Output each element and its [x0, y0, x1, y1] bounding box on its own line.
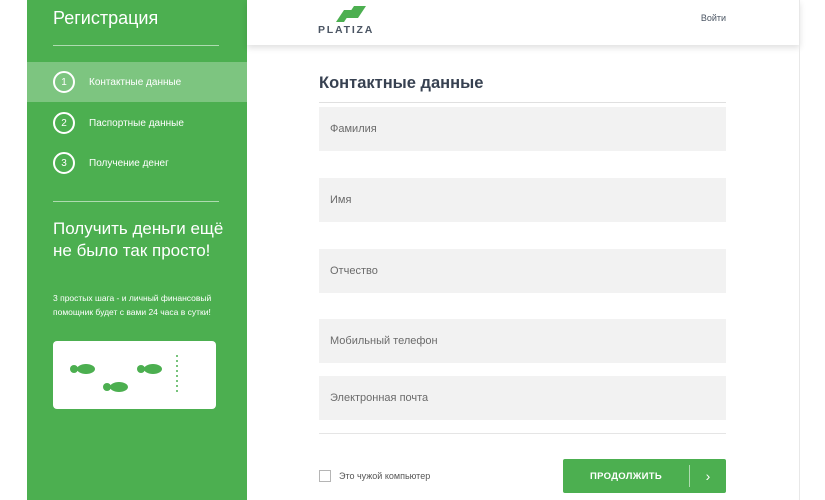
- logo-leaf-icon: [336, 6, 366, 22]
- step-number-3: 3: [53, 152, 75, 174]
- step-label: Получение денег: [89, 157, 169, 169]
- email-input[interactable]: [319, 376, 726, 420]
- promo-text: 3 простых шага - и личный финансовый пом…: [53, 293, 212, 317]
- step-receive-money[interactable]: 3 Получение денег: [27, 143, 247, 183]
- foreign-computer-label[interactable]: Это чужой компьютер: [339, 471, 430, 481]
- continue-button-label: ПРОДОЛЖИТЬ: [590, 470, 662, 482]
- promo-card: [53, 341, 216, 409]
- sidebar-divider: [53, 45, 219, 46]
- sidebar-title: Регистрация: [53, 8, 159, 28]
- foreign-computer-option: Это чужой компьютер: [319, 469, 430, 482]
- last-name-input[interactable]: [319, 107, 726, 151]
- login-link[interactable]: Войти: [701, 13, 726, 23]
- sidebar: Регистрация 1 Контактные данные 2 Паспор…: [27, 0, 247, 500]
- step-label: Контактные данные: [89, 76, 182, 88]
- footsteps-icon: [70, 355, 178, 395]
- promo-title: Получить деньги ещё не было так просто!: [53, 219, 224, 260]
- step-number-1: 1: [53, 71, 75, 93]
- sidebar-divider: [53, 201, 219, 202]
- form-title-divider: [319, 102, 726, 103]
- continue-button[interactable]: ПРОДОЛЖИТЬ ›: [563, 459, 726, 493]
- content-right-border: [799, 0, 800, 500]
- form-title: Контактные данные: [319, 74, 484, 92]
- step-passport-details[interactable]: 2 Паспортные данные: [27, 103, 247, 143]
- registration-page: Регистрация 1 Контактные данные 2 Паспор…: [0, 0, 825, 500]
- form-bottom-divider: [319, 433, 726, 434]
- patronymic-input[interactable]: [319, 249, 726, 293]
- platiza-logo[interactable]: PLATIZA: [318, 4, 388, 36]
- step-label: Паспортные данные: [89, 117, 184, 129]
- mobile-phone-input[interactable]: [319, 319, 726, 363]
- first-name-input[interactable]: [319, 178, 726, 222]
- step-contact-details[interactable]: 1 Контактные данные: [27, 62, 247, 102]
- foreign-computer-checkbox[interactable]: [319, 469, 331, 482]
- step-number-2: 2: [53, 112, 75, 134]
- logo-text: PLATIZA: [318, 24, 375, 36]
- chevron-right-icon: ›: [705, 468, 711, 484]
- top-header: PLATIZA Войти: [247, 0, 800, 45]
